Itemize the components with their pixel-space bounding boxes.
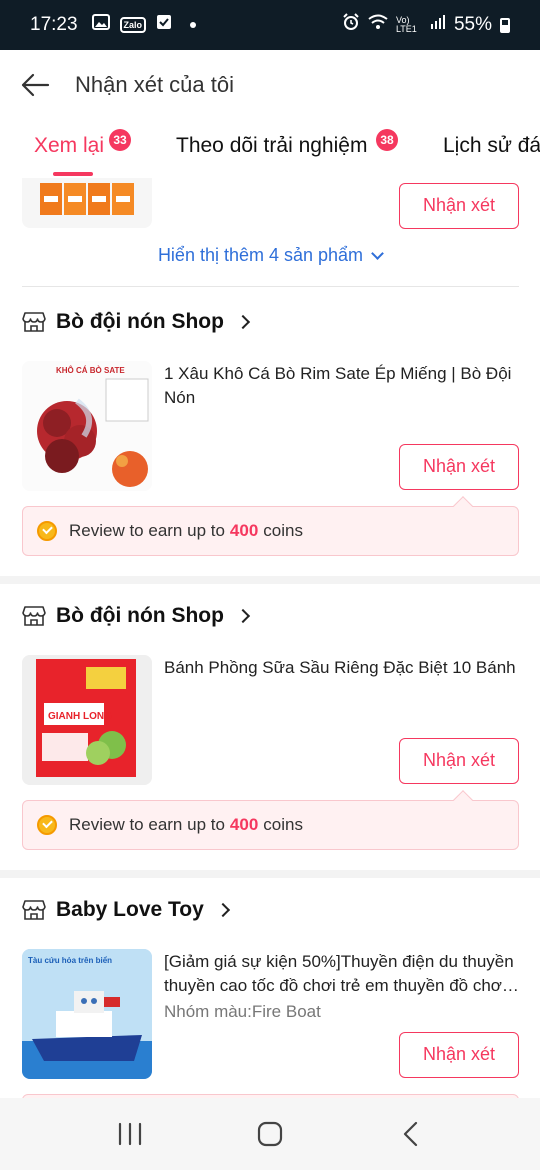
battery-percent: 55% (453, 14, 492, 35)
network-label: Vo) LTE1 (395, 15, 417, 34)
shop-header[interactable]: Bò đội nón Shop (22, 604, 251, 628)
back-nav-button[interactable] (380, 1104, 440, 1164)
shop-name: Bò đội nón Shop (56, 310, 224, 333)
signal-icon (430, 14, 446, 36)
coin-prefix: Review to earn up to (69, 521, 225, 540)
shop-header[interactable]: Baby Love Toy (22, 898, 230, 922)
check-icon (156, 14, 172, 36)
header: Nhận xét của tôi (0, 50, 540, 120)
shop-header[interactable]: Bò đội nón Shop (22, 310, 251, 334)
chevron-right-icon (235, 314, 251, 330)
banner-pointer (453, 790, 473, 810)
recent-apps-button[interactable] (100, 1104, 160, 1164)
page-title: Nhận xét của tôi (75, 72, 234, 97)
review-button[interactable]: Nhận xét (399, 444, 519, 490)
thumb-label: Tàu cứu hỏa trên biển (28, 956, 112, 965)
tab-label: Xem lại (34, 134, 105, 157)
section-gap (0, 576, 540, 584)
status-bar: 17:23 Zalo Vo) LTE1 55% (0, 0, 540, 50)
review-button[interactable]: Nhận xét (399, 1032, 519, 1078)
coin-reward-banner: Review to earn up to 400 coins (22, 496, 519, 556)
coin-prefix: Review to earn up to (69, 815, 225, 834)
alarm-icon (342, 13, 360, 37)
shop-name: Baby Love Toy (56, 898, 204, 921)
product-title[interactable]: [Giảm giá sự kiện 50%]Thuyền điện du thu… (164, 950, 519, 998)
store-icon (22, 900, 46, 920)
thumb-label: KHÔ CÁ BÒ SATE (56, 366, 125, 375)
review-button[interactable]: Nhận xét (399, 738, 519, 784)
home-icon (257, 1121, 283, 1147)
product-variant: Nhóm màu:Fire Boat (164, 1002, 321, 1021)
product-thumbnail[interactable]: GIANH LONG (22, 655, 152, 785)
coin-amount: 400 (229, 521, 259, 540)
tab-badge: 33 (109, 129, 131, 151)
battery-icon (500, 17, 510, 33)
show-more-link[interactable]: Hiển thị thêm 4 sản phẩm (0, 245, 540, 266)
section-gap (0, 870, 540, 878)
coin-amount: 400 (229, 815, 259, 834)
tab-bar: Xem lại 33 Theo dõi trải nghiệm 38 Lịch … (0, 120, 540, 178)
product-title[interactable]: Bánh Phồng Sữa Sầu Riêng Đặc Biệt 10 Bán… (164, 656, 519, 680)
order-list[interactable]: Nhận xét Hiển thị thêm 4 sản phẩm Bò đội… (0, 178, 540, 1098)
wifi-icon (368, 14, 388, 36)
product-thumbnail[interactable]: KHÔ CÁ BÒ SATE (22, 361, 152, 491)
coin-icon (37, 815, 57, 835)
store-icon (22, 606, 46, 626)
tab-xem-lai[interactable]: Xem lại (34, 134, 104, 158)
tab-label: Theo dõi trải nghiệm (176, 134, 368, 157)
review-button[interactable]: Nhận xét (399, 183, 519, 229)
chevron-down-icon (371, 247, 384, 260)
status-time: 17:23 (30, 14, 78, 35)
home-button[interactable] (240, 1104, 300, 1164)
thumb-label: GIANH LONG (48, 711, 112, 722)
coin-icon (37, 521, 57, 541)
coin-reward-banner: Review to earn up to 400 coins (22, 790, 519, 850)
status-left: 17:23 Zalo (30, 14, 197, 36)
arrow-left-icon (21, 73, 50, 97)
tab-badge: 38 (376, 129, 398, 151)
store-icon (22, 312, 46, 332)
chevron-right-icon (215, 902, 230, 918)
tab-label: Lịch sử đá (443, 134, 540, 157)
banner-pointer (453, 496, 473, 516)
product-thumbnail[interactable] (22, 178, 152, 228)
status-right: Vo) LTE1 55% (342, 13, 510, 37)
gallery-icon (91, 14, 110, 36)
product-thumbnail[interactable]: Tàu cứu hỏa trên biển (22, 949, 152, 1079)
chevron-right-icon (235, 608, 251, 624)
dot-icon (190, 22, 197, 28)
back-button[interactable] (0, 50, 70, 120)
system-nav-bar (0, 1098, 540, 1170)
back-icon (403, 1121, 418, 1147)
tab-theo-doi-trai-nghiem[interactable]: Theo dõi trải nghiệm (176, 134, 367, 158)
zalo-icon: Zalo (119, 17, 147, 33)
shop-name: Bò đội nón Shop (56, 604, 224, 627)
tab-lich-su-danh-gia[interactable]: Lịch sử đá (443, 134, 540, 158)
product-title[interactable]: 1 Xâu Khô Cá Bò Rim Sate Ép Miếng | Bò Đ… (164, 362, 519, 410)
show-more-label: Hiển thị thêm 4 sản phẩm (157, 245, 364, 265)
divider (22, 286, 519, 287)
coin-suffix: coins (263, 521, 303, 540)
tab-active-indicator (53, 172, 93, 176)
coin-suffix: coins (263, 815, 303, 834)
recent-apps-icon (118, 1122, 142, 1146)
